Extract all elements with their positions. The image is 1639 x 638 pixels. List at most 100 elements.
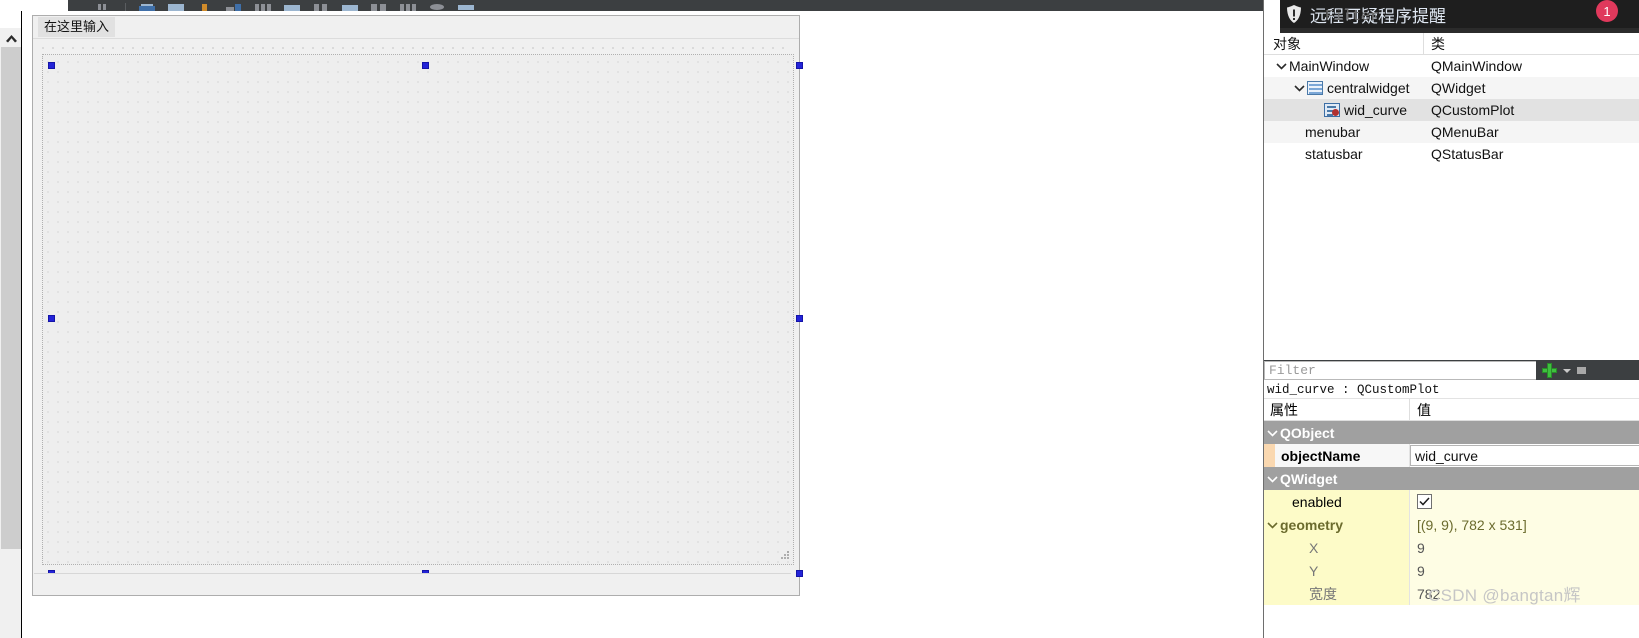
tree-row-centralwidget[interactable]: centralwidget QWidget — [1264, 77, 1639, 99]
object-inspector-header: 对象 类 — [1264, 33, 1639, 55]
scrollbar-top-gap — [0, 11, 21, 28]
layout-icon[interactable] — [342, 2, 358, 11]
selection-handle-tc[interactable] — [422, 62, 429, 69]
chevron-down-icon[interactable] — [1264, 475, 1280, 483]
menubar-type-here[interactable]: 在这里输入 — [38, 17, 116, 37]
filter-bar: Filter — [1264, 360, 1639, 380]
scroll-track-lower[interactable] — [1, 549, 21, 638]
plot-icon — [1324, 103, 1340, 117]
canvas-vertical-scrollbar[interactable] — [0, 11, 22, 638]
top-toolbar — [68, 0, 1263, 11]
widget-icon — [1307, 81, 1323, 95]
tree-label: centralwidget — [1327, 80, 1410, 96]
property-row-y[interactable]: Y 9 — [1264, 559, 1639, 582]
property-row-enabled[interactable]: enabled — [1264, 490, 1639, 513]
property-key: Y — [1309, 562, 1319, 579]
tree-row-mainwindow[interactable]: MainWindow QMainWindow — [1264, 55, 1639, 77]
property-editor-subject: wid_curve : QCustomPlot — [1264, 381, 1639, 399]
notification-badge[interactable]: 1 — [1596, 0, 1618, 22]
build-icon[interactable] — [197, 2, 213, 11]
form-menubar[interactable]: 在这里输入 — [33, 16, 799, 39]
chevron-up-icon[interactable] — [1, 29, 21, 47]
selection-handle-tl[interactable] — [48, 62, 55, 69]
table-icon[interactable] — [255, 2, 271, 11]
property-key: 宽度 — [1309, 585, 1337, 602]
run-icon[interactable] — [226, 2, 242, 11]
plus-icon[interactable] — [1542, 363, 1557, 378]
wid-curve-widget[interactable] — [42, 54, 794, 565]
scroll-thumb[interactable] — [1, 47, 21, 549]
screen: 在这里输入 对象 类 MainWindow QMainWindow centra… — [0, 0, 1639, 638]
property-value: [(9, 9), 782 x 531] — [1409, 513, 1639, 536]
column-header-object: 对象 — [1264, 33, 1424, 54]
property-group-qwidget[interactable]: QWidget — [1264, 467, 1639, 490]
tree-row-statusbar[interactable]: statusbar QStatusBar — [1264, 143, 1639, 165]
bar-icon[interactable] — [458, 2, 474, 11]
panel-icon[interactable] — [1577, 367, 1586, 374]
tree-label: wid_curve — [1344, 102, 1408, 118]
property-group-qobject[interactable]: QObject — [1264, 421, 1639, 444]
filter-actions — [1536, 361, 1639, 380]
warning-icon — [1284, 4, 1304, 24]
property-key: objectName — [1281, 447, 1361, 464]
tree-label: MainWindow — [1289, 58, 1370, 74]
designed-main-window[interactable]: 在这里输入 — [32, 15, 803, 596]
chevron-down-icon[interactable] — [1264, 429, 1280, 437]
property-value[interactable]: 9 — [1409, 536, 1639, 559]
column-header-class: 类 — [1431, 35, 1445, 52]
form-icon[interactable] — [284, 2, 300, 11]
property-group-value — [1409, 467, 1639, 490]
columns-icon[interactable] — [313, 2, 329, 11]
property-row-objectname[interactable]: objectName wid_curve — [1264, 444, 1639, 467]
property-editor-header: 属性 值 — [1264, 399, 1639, 421]
property-row-width[interactable]: 宽度 782 — [1264, 582, 1639, 605]
central-widget-area[interactable] — [34, 40, 803, 577]
notification-filter-ghost-text: Filter — [1325, 8, 1380, 25]
object-inspector: 对象 类 MainWindow QMainWindow centralwidge… — [1264, 33, 1639, 353]
tree-class: QStatusBar — [1431, 146, 1504, 162]
chevron-down-icon[interactable] — [1273, 62, 1289, 70]
toolbar-separator — [125, 3, 126, 11]
form-editor-canvas[interactable]: 在这里输入 — [23, 11, 1263, 638]
tree-class: QCustomPlot — [1431, 102, 1515, 118]
tree-class: QMenuBar — [1431, 124, 1499, 140]
selection-handle-tr[interactable] — [796, 62, 803, 69]
tree-class: QWidget — [1431, 80, 1486, 96]
selection-handle-br[interactable] — [796, 570, 803, 577]
notification-body — [1280, 28, 1639, 33]
column-header-value: 值 — [1409, 399, 1639, 420]
chevron-down-icon[interactable] — [1563, 368, 1571, 373]
property-row-geometry[interactable]: geometry [(9, 9), 782 x 531] — [1264, 513, 1639, 536]
chevron-down-icon[interactable] — [1264, 521, 1280, 529]
copy-icon[interactable] — [168, 2, 184, 11]
property-key: X — [1309, 539, 1319, 556]
property-group-label: QObject — [1280, 424, 1335, 441]
property-editor: wid_curve : QCustomPlot 属性 值 QObject obj… — [1264, 381, 1639, 638]
chevron-down-icon[interactable] — [1291, 84, 1307, 92]
right-dock-panel: 对象 类 MainWindow QMainWindow centralwidge… — [1263, 0, 1639, 638]
resize-grip-icon[interactable] — [780, 551, 790, 561]
tree-label: menubar — [1305, 124, 1361, 140]
form-statusbar[interactable] — [34, 573, 791, 594]
property-row-x[interactable]: X 9 — [1264, 536, 1639, 559]
modified-marker — [1264, 444, 1275, 467]
grid-icon[interactable] — [400, 2, 416, 11]
filter-input[interactable]: Filter — [1264, 361, 1536, 380]
save-icon[interactable] — [139, 2, 155, 11]
select-icon[interactable] — [96, 2, 112, 11]
split-icon[interactable] — [371, 2, 387, 11]
property-value[interactable]: 782 — [1409, 582, 1639, 605]
circle-icon[interactable] — [429, 2, 445, 11]
enabled-checkbox[interactable] — [1417, 494, 1432, 509]
selection-handle-mr[interactable] — [796, 315, 803, 322]
property-value[interactable]: 9 — [1409, 559, 1639, 582]
tree-class: QMainWindow — [1431, 58, 1523, 74]
property-key: geometry — [1280, 516, 1344, 533]
tree-row-menubar[interactable]: menubar QMenuBar — [1264, 121, 1639, 143]
selection-handle-ml[interactable] — [48, 315, 55, 322]
column-header-property: 属性 — [1270, 401, 1298, 418]
tree-row-wid-curve[interactable]: wid_curve QCustomPlot — [1264, 99, 1639, 121]
objectname-input[interactable]: wid_curve — [1410, 445, 1639, 466]
property-group-value — [1409, 421, 1639, 444]
property-group-label: QWidget — [1280, 470, 1338, 487]
